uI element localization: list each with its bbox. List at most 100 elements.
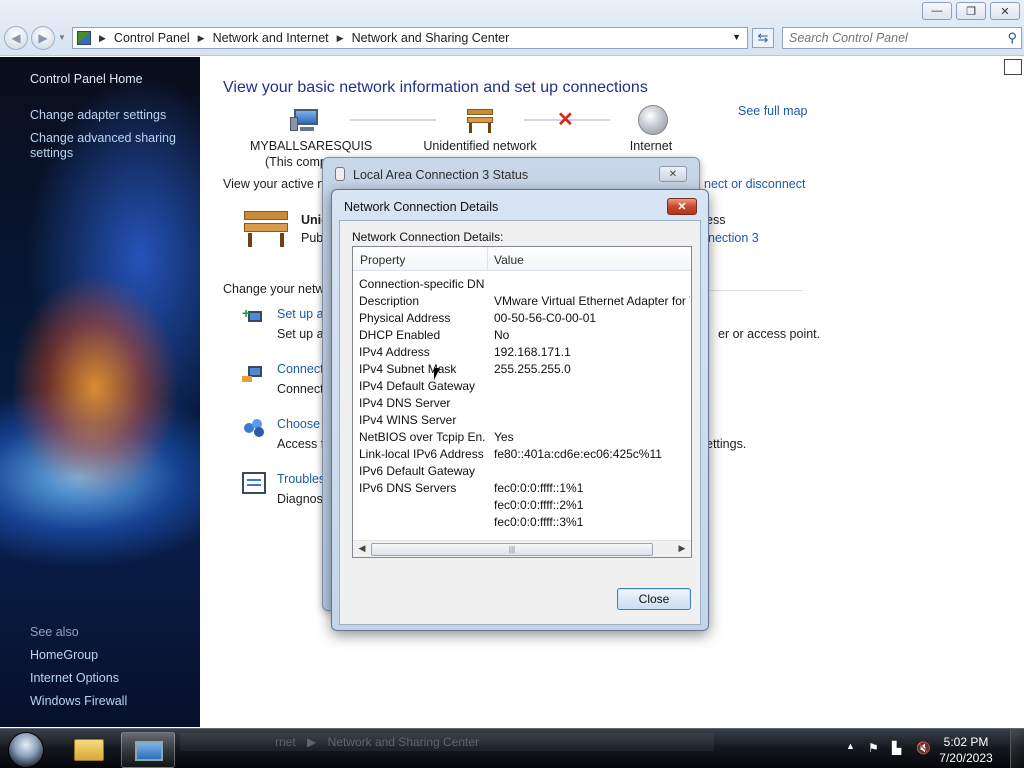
breadcrumb-control-panel[interactable]: Control Panel bbox=[114, 31, 190, 45]
breadcrumb-arrow-icon[interactable]: ▶ bbox=[337, 33, 344, 44]
address-bar[interactable]: ▶ Control Panel ▶ Network and Internet ▶… bbox=[72, 27, 748, 49]
pane-menu-icon[interactable] bbox=[1004, 59, 1022, 75]
table-row[interactable]: fec0:0:0:ffff::3%1 bbox=[353, 513, 691, 530]
minimize-button[interactable]: — bbox=[922, 2, 952, 20]
show-hidden-icons[interactable]: ▲ bbox=[846, 741, 855, 751]
breadcrumb-arrow-icon[interactable]: ▶ bbox=[99, 33, 106, 44]
troubleshoot-icon bbox=[242, 472, 266, 494]
left-navigation-pane: Control Panel Home Change adapter settin… bbox=[0, 57, 200, 727]
task-link-connect[interactable]: Connect bbox=[277, 362, 324, 376]
breadcrumb-network-and-internet[interactable]: Network and Internet bbox=[213, 31, 329, 45]
scroll-right-icon[interactable]: ▶ bbox=[675, 543, 689, 556]
property-cell: Connection-specific DN... bbox=[359, 277, 485, 291]
back-button[interactable]: ◀ bbox=[4, 26, 28, 50]
property-cell: Physical Address bbox=[359, 311, 451, 325]
value-cell: 192.168.171.1 bbox=[494, 345, 571, 359]
scroll-left-icon[interactable]: ◀ bbox=[355, 543, 369, 556]
ghost-title: Network and Sharing Center bbox=[327, 735, 480, 749]
address-dropdown-icon[interactable]: ▼ bbox=[732, 32, 741, 42]
computer-icon bbox=[290, 107, 320, 133]
table-row[interactable]: NetBIOS over Tcpip En... Yes bbox=[353, 428, 691, 445]
window-close-button[interactable]: ✕ bbox=[990, 2, 1020, 20]
table-row[interactable]: Description VMware Virtual Ethernet Adapt… bbox=[353, 292, 691, 309]
table-row[interactable]: IPv4 DNS Server bbox=[353, 394, 691, 411]
homegroup-sharing-icon bbox=[242, 417, 266, 439]
table-row[interactable]: IPv4 Subnet Mask 255.255.255.0 bbox=[353, 360, 691, 377]
refresh-icon: ⇆ bbox=[757, 30, 769, 45]
internet-options-link[interactable]: Internet Options bbox=[30, 671, 119, 685]
column-header-value[interactable]: Value bbox=[494, 253, 524, 267]
volume-muted-icon[interactable]: 🔇 bbox=[916, 741, 931, 755]
control-panel-icon bbox=[77, 31, 91, 45]
task-link-troubleshoot[interactable]: Troubles bbox=[277, 472, 325, 486]
folder-icon bbox=[74, 739, 104, 761]
network-warning-icon[interactable]: ▙ bbox=[892, 741, 901, 755]
no-connection-x-icon: ✕ bbox=[557, 109, 574, 131]
recent-pages-icon[interactable]: ▼ bbox=[58, 33, 66, 42]
window-chrome: — ❐ ✕ ◀ ▶ ▼ ▶ Control Panel ▶ Network an… bbox=[0, 0, 1024, 56]
dialog-close-x-button[interactable]: ✕ bbox=[667, 198, 697, 215]
forward-button[interactable]: ▶ bbox=[31, 26, 55, 50]
table-row[interactable]: Link-local IPv6 Address fe80::401a:cd6e:e… bbox=[353, 445, 691, 462]
close-button[interactable]: Close bbox=[617, 588, 691, 610]
connect-network-icon bbox=[242, 362, 264, 384]
details-list-view[interactable]: Property Value Connection-specific DN...… bbox=[352, 246, 692, 558]
table-row[interactable]: Physical Address 00-50-56-C0-00-01 bbox=[353, 309, 691, 326]
task-desc-setup-tail: er or access point. bbox=[718, 327, 821, 341]
property-cell: DHCP Enabled bbox=[359, 328, 441, 342]
table-row[interactable]: DHCP Enabled No bbox=[353, 326, 691, 343]
taskbar-control-panel-button[interactable] bbox=[121, 732, 175, 768]
network-connection-details-dialog[interactable]: Network Connection Details ✕ Network Con… bbox=[331, 189, 709, 631]
action-center-flag-icon[interactable]: ⚑ bbox=[868, 741, 879, 755]
task-desc-choose: Access fi bbox=[277, 437, 328, 451]
taskbar: rnet ▶ Network and Sharing Center ▲ ⚑ ▙ … bbox=[0, 728, 1024, 768]
connection-link[interactable]: nection 3 bbox=[708, 231, 759, 245]
table-row[interactable]: Connection-specific DN... bbox=[353, 275, 691, 292]
homegroup-link[interactable]: HomeGroup bbox=[30, 648, 98, 662]
task-link-choose[interactable]: Choose l bbox=[277, 417, 326, 431]
column-header-property[interactable]: Property bbox=[360, 253, 405, 267]
taskbar-ghost-breadcrumb: rnet ▶ Network and Sharing Center bbox=[180, 733, 714, 751]
table-row[interactable]: IPv4 WINS Server bbox=[353, 411, 691, 428]
search-icon[interactable]: ⚲ bbox=[1007, 30, 1017, 46]
start-button[interactable] bbox=[8, 732, 44, 768]
table-row[interactable]: IPv4 Default Gateway bbox=[353, 377, 691, 394]
system-clock[interactable]: 5:02 PM 7/20/2023 bbox=[936, 734, 996, 766]
table-row[interactable]: IPv4 Address 192.168.171.1 bbox=[353, 343, 691, 360]
windows-firewall-link[interactable]: Windows Firewall bbox=[30, 694, 127, 708]
network-center-icon bbox=[135, 741, 163, 761]
show-desktop-button[interactable] bbox=[1010, 729, 1024, 768]
value-cell: VMware Virtual Ethernet Adapter for VMne… bbox=[494, 294, 690, 308]
search-input[interactable] bbox=[789, 31, 999, 45]
task-link-setup[interactable]: Set up a bbox=[277, 307, 324, 321]
task-desc-connect: Connect bbox=[277, 382, 324, 396]
breadcrumb-network-sharing-center[interactable]: Network and Sharing Center bbox=[352, 31, 510, 45]
clock-date: 7/20/2023 bbox=[939, 751, 993, 765]
see-full-map-link[interactable]: See full map bbox=[738, 104, 807, 118]
horizontal-scrollbar[interactable]: ◀ ||| ▶ bbox=[353, 540, 691, 557]
table-row[interactable]: IPv6 Default Gateway bbox=[353, 462, 691, 479]
dialog-body: Network Connection Details: Property Val… bbox=[339, 220, 701, 625]
forward-arrow-icon: ▶ bbox=[38, 31, 48, 45]
restore-button[interactable]: ❐ bbox=[956, 2, 986, 20]
scroll-thumb[interactable]: ||| bbox=[371, 543, 653, 556]
connect-disconnect-link[interactable]: nect or disconnect bbox=[704, 177, 805, 191]
ghost-arrow-icon: ▶ bbox=[307, 735, 317, 749]
taskbar-explorer-button[interactable] bbox=[62, 732, 116, 768]
change-advanced-sharing-link[interactable]: Change advanced sharing bbox=[30, 131, 176, 145]
see-also-heading: See also bbox=[30, 625, 79, 639]
status-window-close-button[interactable]: ✕ bbox=[659, 166, 687, 182]
refresh-button[interactable]: ⇆ bbox=[752, 28, 774, 48]
change-adapter-settings-link[interactable]: Change adapter settings bbox=[30, 108, 166, 122]
table-row[interactable]: fec0:0:0:ffff::2%1 bbox=[353, 496, 691, 513]
active-networks-label: View your active net bbox=[223, 177, 335, 191]
page-title: View your basic network information and … bbox=[223, 79, 648, 96]
search-box[interactable]: ⚲ bbox=[782, 27, 1022, 49]
breadcrumb-arrow-icon[interactable]: ▶ bbox=[198, 33, 205, 44]
table-row[interactable]: IPv6 DNS Servers fec0:0:0:ffff::1%1 bbox=[353, 479, 691, 496]
control-panel-home-link[interactable]: Control Panel Home bbox=[30, 72, 143, 86]
column-separator[interactable] bbox=[487, 247, 488, 271]
list-header: Property Value bbox=[353, 247, 691, 271]
change-advanced-sharing-link-cont[interactable]: settings bbox=[30, 146, 73, 160]
property-cell: IPv4 DNS Server bbox=[359, 396, 451, 410]
